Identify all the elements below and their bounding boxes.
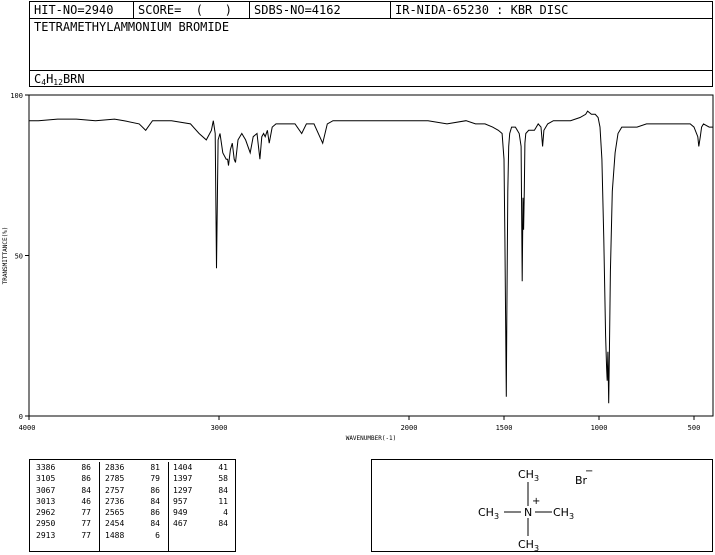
peak-wavenumber: 2565: [105, 508, 125, 518]
peak-transmittance: 77: [81, 508, 91, 518]
peak-transmittance: 86: [150, 485, 160, 495]
x-tick-label: 3000: [211, 424, 228, 432]
peak-transmittance: 77: [81, 519, 91, 529]
peak-wavenumber: 2736: [105, 496, 125, 506]
y-tick-label: 100: [10, 92, 23, 100]
peak-table-column: 2836 81 2785 79 2757 86 2736 84 2565 86 2454 84 1488…: [99, 462, 169, 551]
methyl-bottom: CH3: [518, 538, 539, 551]
peak-transmittance: 84: [150, 519, 160, 529]
peak-transmittance: 86: [150, 508, 160, 518]
peak-wavenumber: 1397: [173, 474, 193, 484]
peak-table-row: 2757 86: [99, 485, 168, 496]
structure-diagram: CH3 CH3 CH3 CH3 N + Br −: [478, 466, 593, 553]
peak-transmittance: 77: [81, 530, 91, 540]
nitrogen-atom: N: [524, 506, 532, 519]
peak-table-row: 2785 79: [99, 473, 168, 484]
positive-charge: +: [532, 496, 540, 507]
peak-table-row: 1488 6: [99, 530, 168, 541]
peak-table-row: 949 4: [167, 507, 236, 518]
peak-wavenumber: 2913: [36, 530, 56, 540]
peak-table-row: 2454 84: [99, 518, 168, 529]
peak-transmittance: 86: [81, 474, 91, 484]
peak-transmittance: 46: [81, 496, 91, 506]
peak-transmittance: 84: [150, 496, 160, 506]
peak-wavenumber: 3386: [36, 463, 56, 472]
peak-transmittance: 84: [218, 519, 228, 529]
peak-transmittance: 41: [218, 463, 228, 472]
peak-table-row: 1297 84: [167, 485, 236, 496]
spectrum-line: [29, 110, 713, 404]
peak-wavenumber: 2836: [105, 463, 125, 472]
peak-transmittance: 81: [150, 463, 160, 472]
peak-wavenumber: 2785: [105, 474, 125, 484]
x-tick-label: 1500: [496, 424, 513, 432]
peak-wavenumber: 2962: [36, 508, 56, 518]
peak-wavenumber: 1488: [105, 530, 125, 540]
peak-wavenumber: 2454: [105, 519, 125, 529]
peak-transmittance: 79: [150, 474, 160, 484]
peak-transmittance: 86: [81, 463, 91, 472]
peak-table-row: 1404 41: [167, 462, 236, 473]
peak-wavenumber: 2950: [36, 519, 56, 529]
peak-table-row: 3067 84: [30, 485, 99, 496]
methyl-top: CH3: [518, 468, 539, 483]
peak-transmittance: 11: [218, 496, 228, 506]
x-tick-label: 1000: [591, 424, 608, 432]
negative-charge: −: [585, 466, 593, 477]
peak-table-column: 3386 86 3105 86 3067 84 3013 46 2962 77 2950 77 2913…: [30, 462, 100, 551]
methyl-right: CH3: [553, 506, 574, 521]
ir-spectrum-chart: 4000 3000 2000 1500 1000 500 0 50 100 WAVENUMBER(…: [2, 92, 714, 442]
y-tick-label: 50: [15, 253, 23, 261]
peak-transmittance: 84: [218, 485, 228, 495]
peak-transmittance: 84: [81, 485, 91, 495]
peak-table-column: 1404 41 1397 58 1297 84 957 11 949 4 467 84: [167, 462, 236, 551]
peak-table-row: 1397 58: [167, 473, 236, 484]
peak-transmittance: 6: [155, 530, 160, 540]
peak-table-row: 2950 77: [30, 518, 99, 529]
peak-wavenumber: 1297: [173, 485, 193, 495]
y-axis-label: TRANSMITTANCE(%): [2, 227, 9, 285]
peak-table-row: 3105 86: [30, 473, 99, 484]
peak-transmittance: 58: [218, 474, 228, 484]
peak-table-row: 2962 77: [30, 507, 99, 518]
peak-wavenumber: 1404: [173, 463, 193, 472]
x-tick-label: 500: [688, 424, 701, 432]
methyl-left: CH3: [478, 506, 499, 521]
x-axis-label: WAVENUMBER(-1): [346, 435, 397, 442]
structure-box: CH3 CH3 CH3 CH3 N + Br −: [371, 459, 713, 553]
peak-wavenumber: 467: [173, 519, 188, 529]
peak-table-row: 2836 81: [99, 462, 168, 473]
peak-table-row: 2736 84: [99, 496, 168, 507]
peak-wavenumber: 3013: [36, 496, 56, 506]
peak-wavenumber: 3105: [36, 474, 56, 484]
peak-wavenumber: 949: [173, 508, 188, 518]
peak-table-row: 2913 77: [30, 530, 99, 541]
x-tick-label: 2000: [401, 424, 418, 432]
x-tick-label: 4000: [19, 424, 36, 432]
peak-wavenumber: 3067: [36, 485, 56, 495]
peak-table-row: 957 11: [167, 496, 236, 507]
peak-wavenumber: 2757: [105, 485, 125, 495]
peak-table-row: 2565 86: [99, 507, 168, 518]
y-tick-label: 0: [19, 413, 23, 421]
peak-table-row: 3386 86: [30, 462, 99, 473]
peak-transmittance: 4: [223, 508, 228, 518]
peak-wavenumber: 957: [173, 496, 188, 506]
peak-table: 3386 86 3105 86 3067 84 3013 46 2962 77 2950 77 2913…: [29, 459, 236, 552]
peak-table-row: 467 84: [167, 518, 236, 529]
peak-table-row: 3013 46: [30, 496, 99, 507]
